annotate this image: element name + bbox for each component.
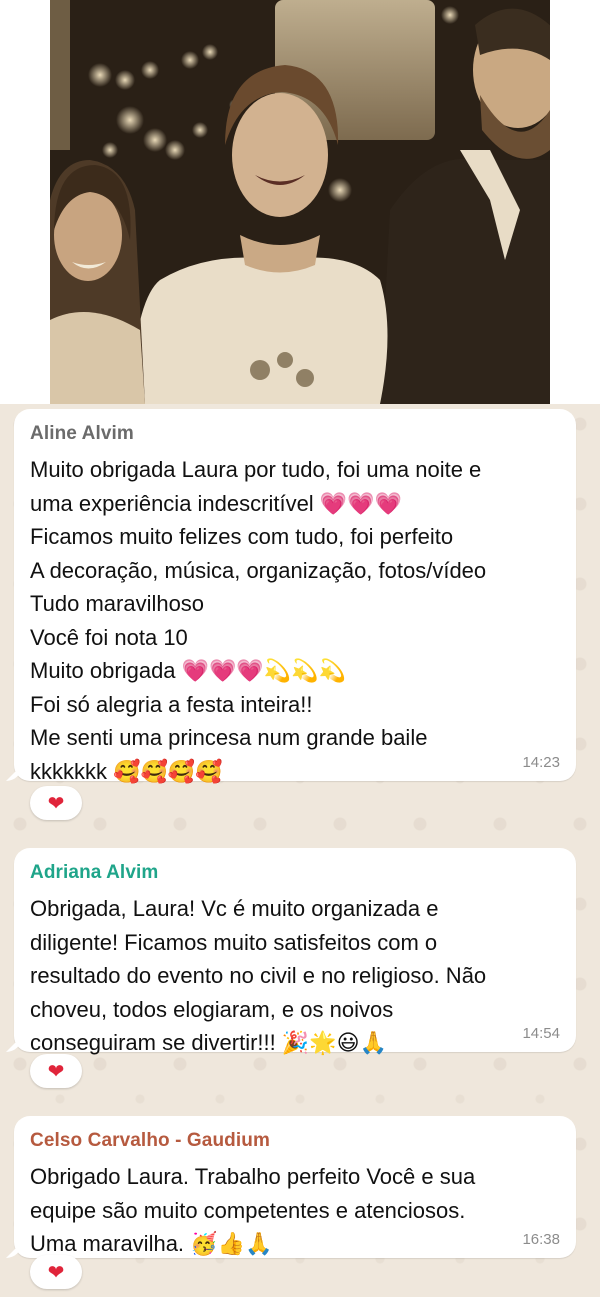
message-bubble-celso[interactable]: Celso Carvalho - Gaudium Obrigado Laura.… xyxy=(14,1116,576,1258)
message-line: A decoração, música, organização, fotos/… xyxy=(30,557,487,583)
message-line: Tudo maravilhoso xyxy=(30,591,205,616)
message-bubble-aline[interactable]: Aline Alvim Muito obrigada Laura por tud… xyxy=(14,409,576,784)
message-timestamp: 14:23 xyxy=(522,754,560,771)
wedding-photo xyxy=(50,0,550,404)
message-line: Você foi nota 10 xyxy=(30,624,188,650)
message-line: diligente! Ficamos muito satisfeitos com… xyxy=(30,929,438,955)
message-line: Me senti uma princesa num grande baile xyxy=(30,725,428,750)
message-timestamp: 16:38 xyxy=(522,1231,560,1248)
heart-reaction[interactable]: ❤ xyxy=(30,786,82,820)
message-line: uma experiência indescritível 💗💗💗 xyxy=(30,490,402,516)
wedding-photo-illustration xyxy=(50,0,550,404)
message-timestamp: 14:54 xyxy=(522,1025,560,1042)
message-bubble-adriana[interactable]: Adriana Alvim Obrigada, Laura! Vc é muit… xyxy=(14,848,576,1055)
message-line: Obrigada, Laura! Vc é muito organizada e xyxy=(30,896,439,921)
message-line: equipe são muito competentes e atencioso… xyxy=(30,1197,466,1223)
message-line: Uma maravilha. 🥳👍🙏 xyxy=(30,1231,273,1256)
message-line: choveu, todos elogiaram, e os noivos xyxy=(30,996,394,1022)
heart-icon: ❤ xyxy=(47,1261,65,1284)
message-line: kkkkkkk 🥰🥰🥰🥰 xyxy=(30,758,223,784)
heart-icon: ❤ xyxy=(47,792,65,815)
message-line: Muito obrigada 💗💗💗💫💫💫 xyxy=(30,658,347,683)
message-line: Foi só alegria a festa inteira!! xyxy=(30,691,313,717)
heart-reaction[interactable]: ❤ xyxy=(30,1255,82,1289)
chat-area[interactable]: Aline Alvim Muito obrigada Laura por tud… xyxy=(0,404,600,1297)
message-line: Muito obrigada Laura por tudo, foi uma n… xyxy=(30,457,482,482)
message-line: conseguiram se divertir!!! 🎉🌟😃🙏 xyxy=(30,1030,387,1055)
message-line: Ficamos muito felizes com tudo, foi perf… xyxy=(30,524,454,549)
heart-reaction[interactable]: ❤ xyxy=(30,1054,82,1088)
sender-name: Celso Carvalho - Gaudium xyxy=(30,1130,270,1151)
heart-icon: ❤ xyxy=(47,1060,65,1083)
sender-name: Adriana Alvim xyxy=(30,862,159,883)
sender-name: Aline Alvim xyxy=(30,423,134,444)
message-line: resultado do evento no civil e no religi… xyxy=(30,963,487,988)
message-line: Obrigado Laura. Trabalho perfeito Você e… xyxy=(30,1164,476,1189)
